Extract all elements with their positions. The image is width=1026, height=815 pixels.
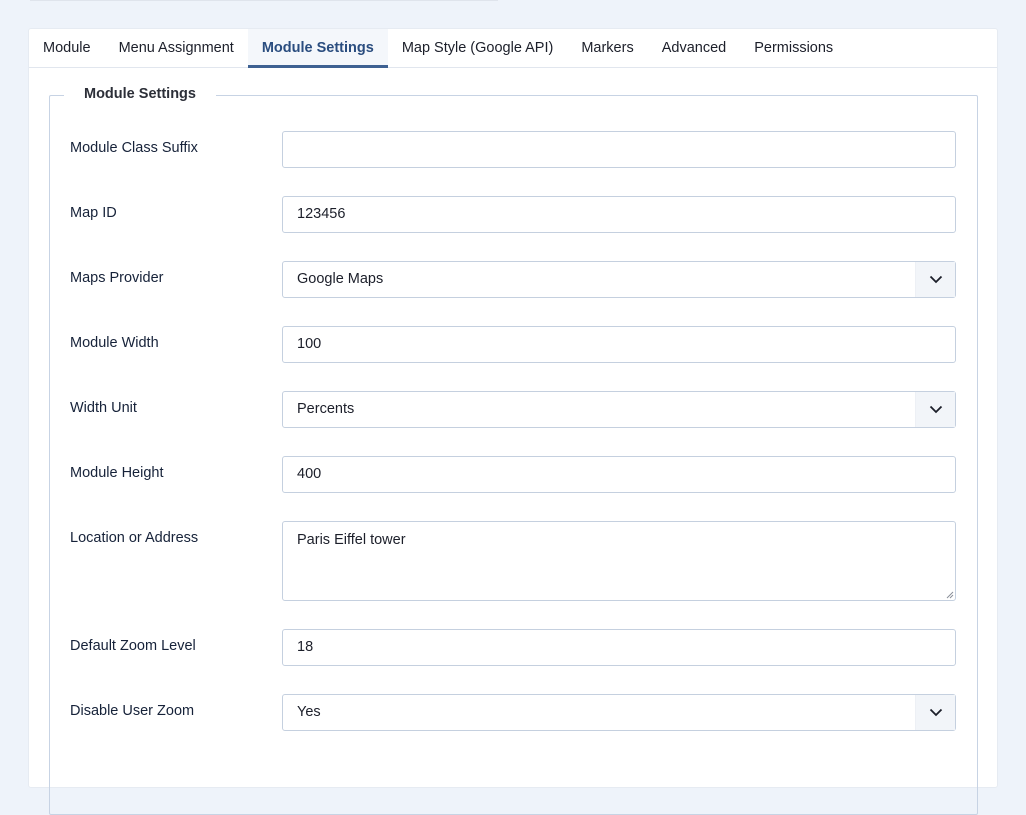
textarea-value: Paris Eiffel tower [297, 532, 406, 548]
module-height-input[interactable]: 400 [282, 456, 956, 493]
tab-advanced[interactable]: Advanced [648, 29, 741, 68]
field-label: Map ID [70, 205, 117, 221]
chevron-down-icon[interactable] [915, 392, 955, 427]
field-label: Width Unit [70, 400, 137, 416]
width-unit-select[interactable]: Percents [282, 391, 956, 428]
field-label: Module Class Suffix [70, 140, 198, 156]
fieldset-legend: Module Settings [64, 86, 216, 102]
selected-value: Yes [297, 704, 321, 720]
module-class-suffix-input[interactable] [282, 131, 956, 168]
location-textarea[interactable]: Paris Eiffel tower [282, 521, 956, 601]
resize-grip-icon[interactable] [944, 589, 954, 599]
field-label: Maps Provider [70, 270, 164, 286]
maps-provider-select[interactable]: Google Maps [282, 261, 956, 298]
tab-module[interactable]: Module [29, 29, 105, 68]
map-id-input[interactable]: 123456 [282, 196, 956, 233]
field-label: Disable User Zoom [70, 703, 195, 719]
tab-markers[interactable]: Markers [567, 29, 647, 68]
chevron-down-icon[interactable] [915, 695, 955, 730]
tab-menu-assignment[interactable]: Menu Assignment [105, 29, 248, 68]
module-settings-fieldset: Module Settings Module Class Suffix Map … [49, 86, 978, 815]
tab-permissions[interactable]: Permissions [740, 29, 847, 68]
disable-user-zoom-select[interactable]: Yes [282, 694, 956, 731]
top-divider [30, 0, 498, 1]
selected-value: Percents [297, 401, 355, 417]
module-edit-panel: Module Menu Assignment Module Settings M… [28, 28, 998, 815]
default-zoom-input[interactable]: 18 [282, 629, 956, 666]
field-label: Module Height [70, 465, 164, 481]
field-label: Module Width [70, 335, 159, 351]
field-label: Location or Address [70, 530, 199, 546]
module-width-input[interactable]: 100 [282, 326, 956, 363]
tab-bar: Module Menu Assignment Module Settings M… [29, 29, 997, 68]
field-label: Default Zoom Level [70, 638, 196, 654]
selected-value: Google Maps [297, 271, 384, 287]
tab-module-settings[interactable]: Module Settings [247, 29, 388, 68]
chevron-down-icon[interactable] [915, 262, 955, 297]
tab-map-style[interactable]: Map Style (Google API) [388, 29, 568, 68]
